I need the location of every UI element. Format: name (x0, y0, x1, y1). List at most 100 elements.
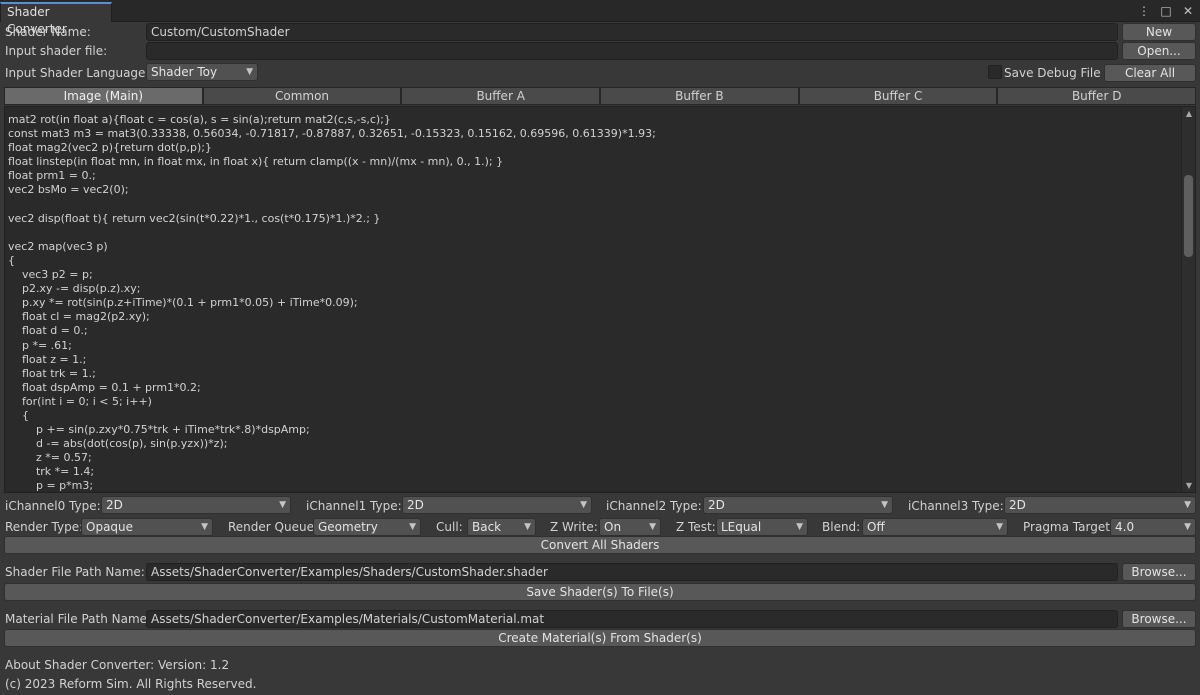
code-line: float cl = mag2(p2.xy); (8, 310, 150, 324)
material-path-label: Material File Path Name: (5, 612, 152, 626)
code-line: float d = 0.; (8, 324, 88, 338)
render-queue-value: Geometry (318, 520, 378, 534)
close-icon[interactable]: ✕ (1182, 3, 1194, 19)
ichannel2-dropdown[interactable]: 2D ▼ (703, 496, 893, 514)
tab-buffer-b[interactable]: Buffer B (600, 87, 799, 105)
z-test-value: LEqual (721, 520, 762, 534)
window-titlebar: Shader Converter ⋮ □ ✕ (0, 0, 1200, 36)
render-queue-label: Render Queue: (228, 520, 318, 534)
save-shader-button[interactable]: Save Shader(s) To File(s) (4, 583, 1196, 601)
material-path-input[interactable]: Assets/ShaderConverter/Examples/Material… (146, 610, 1118, 628)
code-line: p = p*m3; (8, 479, 94, 493)
code-line: z *= 0.57; (8, 451, 92, 465)
copyright-text: (c) 2023 Reform Sim. All Rights Reserved… (5, 677, 257, 691)
maximize-icon[interactable]: □ (1160, 3, 1172, 19)
ichannel1-value: 2D (407, 498, 424, 512)
cull-label: Cull: (436, 520, 463, 534)
render-queue-dropdown[interactable]: Geometry ▼ (313, 518, 421, 536)
z-write-label: Z Write: (550, 520, 598, 534)
ichannel3-label: iChannel3 Type: (908, 499, 1004, 513)
scroll-up-icon[interactable]: ▲ (1186, 109, 1192, 118)
render-type-value: Opaque (86, 520, 134, 534)
shader-name-label: Shader Name: (5, 25, 91, 39)
pragma-target-dropdown[interactable]: 4.0 ▼ (1110, 518, 1196, 536)
chevron-down-icon: ▼ (409, 522, 416, 532)
chevron-down-icon: ▼ (796, 522, 803, 532)
blend-label: Blend: (822, 520, 861, 534)
pragma-target-label: Pragma Target: (1023, 520, 1114, 534)
code-scrollbar[interactable]: ▲ ▼ (1181, 107, 1195, 492)
code-line: vec2 bsMo = vec2(0); (8, 183, 129, 197)
code-line: const mat3 m3 = mat3(0.33338, 0.56034, -… (8, 127, 656, 141)
input-language-dropdown[interactable]: Shader Toy ▼ (146, 63, 258, 81)
code-line: for(int i = 0; i < 5; i++) (8, 394, 152, 408)
convert-all-button[interactable]: Convert All Shaders (4, 536, 1196, 554)
ichannel0-value: 2D (106, 498, 123, 512)
pragma-target-value: 4.0 (1115, 520, 1135, 534)
shader-path-label: Shader File Path Name: (5, 565, 145, 579)
ichannel1-dropdown[interactable]: 2D ▼ (402, 496, 592, 514)
render-type-label: Render Type: (5, 520, 84, 534)
tab-image-main[interactable]: Image (Main) (4, 87, 203, 105)
code-line: p.xy *= rot(sin(p.z+iTime)*(0.1 + prm1*0… (8, 296, 358, 310)
code-line: vec3 p2 = p; (8, 268, 93, 282)
cull-value: Back (472, 520, 502, 534)
scroll-thumb[interactable] (1184, 175, 1193, 257)
chevron-down-icon: ▼ (996, 522, 1003, 532)
more-vertical-icon[interactable]: ⋮ (1138, 3, 1150, 19)
code-line: float prm1 = 0.; (8, 169, 96, 183)
clear-all-button[interactable]: Clear All (1104, 64, 1196, 82)
input-file-label: Input shader file: (5, 44, 108, 58)
tab-buffer-a[interactable]: Buffer A (401, 87, 601, 105)
code-line: float dspAmp = 0.1 + prm1*0.2; (8, 380, 201, 394)
browse-shader-button[interactable]: Browse... (1122, 563, 1196, 581)
code-editor[interactable]: mat2 rot(in float a){float c = cos(a), s… (4, 106, 1196, 493)
blend-dropdown[interactable]: Off ▼ (862, 518, 1008, 536)
code-line: { (8, 253, 15, 267)
window-tab[interactable]: Shader Converter (0, 2, 112, 36)
browse-material-button[interactable]: Browse... (1122, 610, 1196, 628)
ichannel1-label: iChannel1 Type: (306, 499, 402, 513)
chevron-down-icon: ▼ (580, 500, 587, 510)
code-line: { (8, 408, 29, 422)
render-type-dropdown[interactable]: Opaque ▼ (81, 518, 213, 536)
open-button[interactable]: Open... (1122, 42, 1196, 60)
z-write-dropdown[interactable]: On ▼ (599, 518, 661, 536)
code-line: vec2 disp(float t){ return vec2(sin(t*0.… (8, 211, 381, 225)
ichannel2-value: 2D (708, 498, 725, 512)
z-test-dropdown[interactable]: LEqual ▼ (716, 518, 808, 536)
tab-buffer-c[interactable]: Buffer C (798, 87, 998, 105)
new-button[interactable]: New (1122, 23, 1196, 41)
chevron-down-icon: ▼ (279, 500, 286, 510)
z-write-value: On (604, 520, 622, 534)
chevron-down-icon: ▼ (201, 522, 208, 532)
code-line: p *= .61; (8, 338, 72, 352)
scroll-down-icon[interactable]: ▼ (1186, 481, 1192, 490)
cull-dropdown[interactable]: Back ▼ (467, 518, 536, 536)
ichannel0-dropdown[interactable]: 2D ▼ (101, 496, 291, 514)
input-language-label: Input Shader Language: (5, 66, 150, 80)
shader-tabs: Image (Main) Common Buffer A Buffer B Bu… (4, 87, 1197, 105)
code-line: mat2 rot(in float a){float c = cos(a), s… (8, 113, 391, 126)
code-line: p += sin(p.zxy*0.75*trk + iTime*trk*.8)*… (8, 423, 310, 437)
chevron-down-icon: ▼ (649, 522, 656, 532)
tab-buffer-d[interactable]: Buffer D (997, 87, 1197, 105)
ichannel3-dropdown[interactable]: 2D ▼ (1004, 496, 1196, 514)
shader-path-input[interactable]: Assets/ShaderConverter/Examples/Shaders/… (146, 563, 1118, 581)
ichannel0-label: iChannel0 Type: (5, 499, 101, 513)
z-test-label: Z Test: (676, 520, 716, 534)
window-controls: ⋮ □ ✕ (1138, 3, 1194, 19)
code-line: vec2 map(vec3 p) (8, 239, 108, 253)
code-line: p2.xy -= disp(p.z).xy; (8, 282, 141, 296)
tab-common[interactable]: Common (202, 87, 402, 105)
input-file-input[interactable] (146, 42, 1118, 60)
save-debug-checkbox[interactable] (988, 65, 1002, 79)
input-language-value: Shader Toy (151, 65, 218, 79)
create-material-button[interactable]: Create Material(s) From Shader(s) (4, 629, 1196, 647)
code-line: float linstep(in float mn, in float mx, … (8, 155, 504, 169)
save-debug-label: Save Debug File (1004, 66, 1101, 80)
code-lines: mat2 rot(in float a){float c = cos(a), s… (8, 113, 1178, 493)
shader-name-input[interactable]: Custom/CustomShader (146, 23, 1118, 41)
